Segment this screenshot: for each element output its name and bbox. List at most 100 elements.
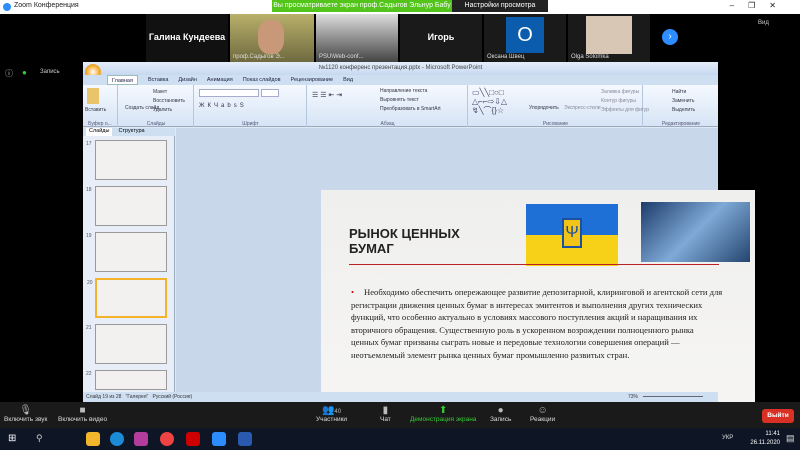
- select-button[interactable]: Выделить: [672, 107, 695, 113]
- align-text-button[interactable]: Выровнять текст: [380, 97, 419, 103]
- participant-tile[interactable]: Игорь: [400, 14, 482, 62]
- participant-name: Olga Solomka: [571, 54, 609, 60]
- group-label: Редактирование: [661, 121, 701, 127]
- theme-name: "Галерея": [125, 394, 149, 400]
- paste-button[interactable]: Вставить: [85, 107, 106, 113]
- unmute-button[interactable]: 🎙 Включить звук: [4, 405, 47, 423]
- view-options-button[interactable]: Настройки просмотра: [452, 0, 548, 12]
- slide-number: 17: [86, 141, 92, 147]
- find-button[interactable]: Найти: [672, 89, 686, 95]
- powerpoint-taskbar-icon[interactable]: [238, 432, 252, 446]
- font-format-buttons[interactable]: ЖКЧabsS: [199, 103, 247, 109]
- tab-review[interactable]: Рецензирование: [291, 75, 333, 85]
- clock[interactable]: 11:41 26.11.2020: [750, 430, 780, 448]
- chat-button[interactable]: ▮ Чат: [380, 405, 391, 423]
- windows-start-icon[interactable]: ⊞: [8, 433, 16, 444]
- shield-icon: ●: [22, 68, 27, 77]
- viber-icon[interactable]: [134, 432, 148, 446]
- group-label: Рисование: [542, 121, 569, 127]
- leave-button[interactable]: Выйти: [762, 409, 794, 423]
- next-page-icon[interactable]: ›: [662, 29, 678, 45]
- participant-tile[interactable]: Галина Кундеева: [146, 14, 228, 62]
- replace-button[interactable]: Заменить: [672, 98, 694, 104]
- tab-insert[interactable]: Вставка: [148, 75, 168, 85]
- pane-tabs: Слайды Структура: [83, 128, 175, 136]
- shape-effects-button[interactable]: Эффекты для фигур: [601, 107, 649, 113]
- reactions-button[interactable]: ☺ Реакции: [530, 405, 555, 423]
- smartart-button[interactable]: Преобразовать в SmartArt: [380, 106, 441, 112]
- participants-count: 40: [334, 409, 342, 415]
- video-label: Включить видео: [58, 416, 108, 423]
- zoom-slider[interactable]: [643, 396, 703, 397]
- edge-icon[interactable]: [110, 432, 124, 446]
- tab-home[interactable]: Главная: [107, 75, 138, 85]
- slide-thumbnail[interactable]: 18: [86, 186, 167, 226]
- group-label: Буфер о...: [88, 121, 112, 127]
- slide-thumbnail[interactable]: 19: [86, 232, 167, 272]
- tab-design[interactable]: Дизайн: [178, 75, 197, 85]
- file-explorer-icon[interactable]: [86, 432, 100, 446]
- notifications-icon[interactable]: ▤: [786, 433, 795, 444]
- tab-slideshow[interactable]: Показ слайдов: [243, 75, 281, 85]
- info-icon[interactable]: ⓘ: [5, 68, 13, 79]
- date: 26.11.2020: [750, 440, 780, 446]
- start-video-button[interactable]: ■ Включить видео: [58, 405, 107, 423]
- list-buttons[interactable]: ☰ ☰ ⇤ ⇥: [312, 91, 342, 99]
- unmute-label: Включить звук: [4, 416, 48, 423]
- slide-thumbnail[interactable]: 17: [86, 140, 167, 180]
- font-size-select[interactable]: [261, 89, 279, 97]
- participants-button[interactable]: 👥40 Участники: [316, 405, 347, 423]
- shape-outline-button[interactable]: Контур фигуры: [601, 98, 636, 104]
- shape-fill-button[interactable]: Заливка фигуры: [601, 89, 639, 95]
- text-direction-button[interactable]: Направление текста: [380, 88, 427, 94]
- share-screen-button[interactable]: ⬆ Демонстрация экрана: [410, 405, 476, 423]
- sharing-banner: Вы просматриваете экран проф.Садыгов Эль…: [272, 0, 452, 12]
- tab-view[interactable]: Вид: [343, 75, 353, 85]
- slide-title[interactable]: РЫНОК ЦЕННЫХ БУМАГ: [349, 226, 489, 256]
- title-underline: [349, 264, 719, 265]
- search-icon[interactable]: ⚲: [36, 433, 43, 444]
- participant-tile[interactable]: O Оксана Швец: [484, 14, 566, 62]
- zoom-level[interactable]: 73%: [628, 392, 638, 402]
- slide-thumbnail[interactable]: 21: [86, 324, 167, 364]
- finance-laptop-image: [641, 202, 750, 262]
- window-title: Zoom Конференция: [14, 2, 79, 9]
- trident-emblem-icon: Ψ: [562, 218, 582, 248]
- slide-body-text[interactable]: • Необходимо обеспечить опережающее разви…: [351, 286, 723, 362]
- slide-number: 19: [86, 233, 92, 239]
- chrome-icon[interactable]: [160, 432, 174, 446]
- status-bar: Слайд 19 из 28 "Галерея" Русский (Россия…: [83, 392, 718, 402]
- group-label: Слайды: [146, 121, 166, 127]
- ribbon-tabs: Главная Вставка Дизайн Анимация Показ сл…: [83, 75, 718, 85]
- slide-thumbnail[interactable]: 22: [86, 370, 167, 390]
- editing-group: Найти Заменить Выделить Редактирование: [644, 85, 718, 127]
- arrange-button[interactable]: Упорядочить: [529, 105, 559, 111]
- font-select[interactable]: [199, 89, 259, 97]
- slide-thumbnail-selected[interactable]: 20: [87, 278, 167, 318]
- view-button[interactable]: Вид: [758, 20, 769, 26]
- layout-button[interactable]: Макет: [153, 89, 167, 95]
- participant-tile[interactable]: PSU\Web-conf...: [316, 14, 398, 62]
- slide-thumbnails-pane: 17 18 19 20 21 22: [83, 136, 175, 392]
- tab-outline[interactable]: Структура: [118, 128, 144, 136]
- quick-styles-button[interactable]: Экспресс-стили: [564, 105, 601, 111]
- group-label: Шрифт: [242, 121, 259, 127]
- reactions-label: Реакции: [530, 416, 556, 423]
- keyboard-language[interactable]: УКР: [722, 435, 733, 441]
- slide-number: 21: [86, 325, 92, 331]
- language: Русский (Россия): [152, 394, 193, 400]
- reset-button[interactable]: Восстановить: [153, 98, 185, 104]
- participant-tile[interactable]: Olga Solomka: [568, 14, 650, 62]
- app-icon[interactable]: [186, 432, 200, 446]
- zoom-taskbar-icon[interactable]: [212, 432, 226, 446]
- chat-icon: ▮: [382, 405, 389, 416]
- delete-button[interactable]: Удалить: [153, 107, 172, 113]
- tab-slides[interactable]: Слайды: [86, 128, 113, 136]
- tab-animation[interactable]: Анимация: [207, 75, 233, 85]
- window-controls[interactable]: –❐✕: [730, 1, 790, 10]
- avatar: [586, 16, 632, 54]
- participant-tile[interactable]: проф.Садыгов Э...: [230, 14, 314, 62]
- paste-icon[interactable]: [87, 88, 99, 104]
- record-button[interactable]: ● Запись: [490, 405, 511, 423]
- shapes-gallery[interactable]: ▭╲╲□○□ △⌐⌐⇨⇩△ ↯╲⌒{}☆: [472, 88, 507, 115]
